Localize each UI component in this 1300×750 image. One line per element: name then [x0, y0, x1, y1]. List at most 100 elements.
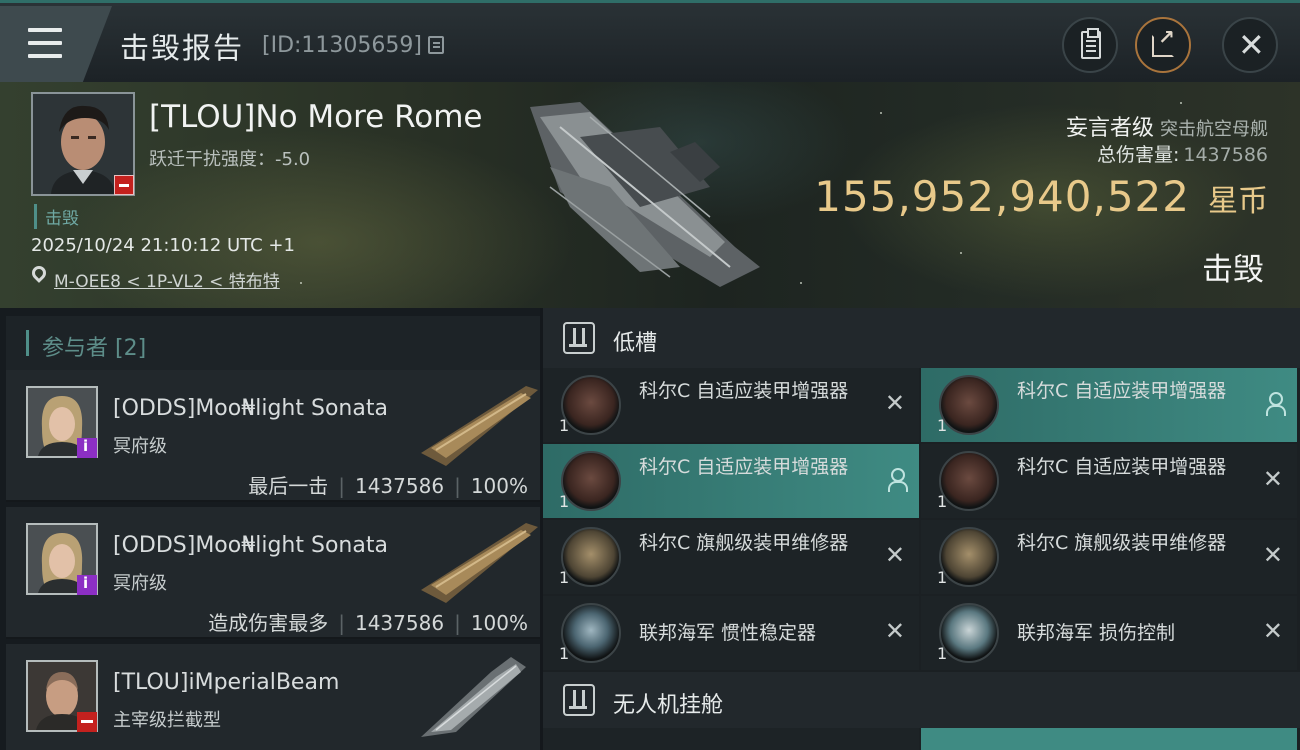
close-icon: ✕	[1238, 26, 1265, 64]
role-badge	[77, 437, 97, 458]
low-slots-title: 低槽	[613, 331, 658, 356]
module-item[interactable]	[543, 728, 919, 750]
module-item[interactable]: 1 科尔C 自适应装甲增强器	[543, 444, 919, 518]
destroyed-icon: ✕	[884, 389, 905, 417]
kill-tag: 击毁	[34, 204, 79, 229]
destroyed-icon: ✕	[884, 541, 905, 569]
hamburger-icon	[28, 28, 62, 32]
isk-unit: 星币	[1208, 184, 1268, 219]
armor-hardener-icon	[939, 451, 999, 511]
module-item[interactable]: 1 科尔C 自适应装甲增强器	[921, 368, 1297, 442]
victim-ship-image	[530, 102, 760, 287]
armor-repairer-icon	[561, 527, 621, 587]
module-item[interactable]: 1 科尔C 自适应装甲增强器 ✕	[921, 444, 1297, 518]
report-id: [ID:11305659]	[262, 33, 422, 58]
participant-ship: 主宰级拦截型	[113, 710, 221, 731]
module-name: 科尔C 旗舰级装甲维修器	[639, 532, 849, 554]
participants-panel: 参与者 [2] [ODDS]Moo₦light Sonata 冥府级 最后一击|…	[0, 308, 540, 750]
participants-title: 参与者 [2]	[42, 336, 147, 361]
participants-header: 参与者 [2]	[6, 316, 540, 370]
kill-result: 击毁	[1202, 252, 1264, 288]
copy-icon[interactable]	[428, 36, 444, 54]
destroyed-icon: ✕	[884, 617, 905, 645]
module-item[interactable]: 1 科尔C 旗舰级装甲维修器 ✕	[921, 520, 1297, 594]
module-quantity: 1	[559, 568, 570, 587]
module-quantity: 1	[937, 416, 948, 435]
module-quantity: 1	[559, 416, 570, 435]
participant-ship-image	[421, 523, 538, 603]
participant-name: [TLOU]iMperialBeam	[113, 670, 340, 695]
participant-ship: 冥府级	[113, 573, 167, 594]
module-name: 科尔C 旗舰级装甲维修器	[1017, 532, 1227, 554]
module-item[interactable]: 1 联邦海军 损伤控制 ✕	[921, 596, 1297, 670]
participant-role: 造成伤害最多	[208, 611, 329, 635]
location-link[interactable]: M-OEE8 < 1P-VL2 < 特布特	[54, 267, 280, 292]
drone-bay-title: 无人机挂舱	[613, 693, 724, 718]
participant-damage: 1437586	[354, 611, 445, 635]
share-icon	[1152, 25, 1175, 57]
fitting-panel: 低槽 1 科尔C 自适应装甲增强器 ✕ 1 科尔C 自适应装甲增强器 1 科尔C…	[543, 308, 1300, 750]
armor-hardener-icon	[939, 375, 999, 435]
total-damage-label: 总伤害量:	[1096, 144, 1180, 166]
low-slots-header: 低槽	[543, 308, 1300, 368]
module-name: 科尔C 自适应装甲增强器	[639, 380, 849, 402]
role-badge	[77, 574, 97, 595]
kill-timestamp: 2025/10/24 21:10:12 UTC +1	[31, 235, 295, 256]
participant-name: [ODDS]Moo₦light Sonata	[113, 533, 388, 558]
module-item[interactable]	[921, 728, 1297, 750]
module-name: 科尔C 自适应装甲增强器	[1017, 380, 1227, 402]
participant-damage: 1437586	[354, 474, 445, 498]
victim-name: [TLOU]No More Rome	[149, 99, 483, 135]
armor-hardener-icon	[561, 375, 621, 435]
hostile-badge	[77, 712, 97, 732]
isk-value: 155,952,940,522	[814, 172, 1190, 221]
participant-percent: 100%	[470, 611, 528, 635]
destroyed-icon: ✕	[1262, 541, 1283, 569]
destroyed-icon: ✕	[1262, 465, 1283, 493]
drone-bay-header: 无人机挂舱	[543, 672, 1300, 728]
module-name: 联邦海军 惯性稳定器	[639, 622, 817, 644]
module-quantity: 1	[937, 568, 948, 587]
share-button[interactable]	[1135, 17, 1191, 73]
total-damage-value: 1437586	[1183, 144, 1268, 166]
clipboard-icon	[1081, 28, 1101, 59]
module-quantity: 1	[559, 492, 570, 511]
module-quantity: 1	[937, 492, 948, 511]
armor-hardener-icon	[561, 451, 621, 511]
dropped-person-icon	[1265, 392, 1286, 416]
ship-class: 妄言者级	[1065, 116, 1154, 141]
module-item[interactable]: 1 科尔C 自适应装甲增强器 ✕	[543, 368, 919, 442]
clipboard-button[interactable]	[1062, 17, 1118, 73]
location-pin-icon	[29, 263, 49, 283]
destroyed-icon: ✕	[1262, 617, 1283, 645]
module-quantity: 1	[559, 644, 570, 663]
damage-control-icon	[939, 603, 999, 663]
low-slot-icon	[563, 322, 595, 354]
warp-scramble-strength: 跃迁干扰强度：-5.0	[149, 149, 311, 170]
armor-repairer-icon	[939, 527, 999, 587]
dropped-person-icon	[887, 468, 908, 492]
participant-row[interactable]: [ODDS]Moo₦light Sonata 冥府级 最后一击|1437586|…	[6, 370, 540, 502]
hostile-badge	[114, 175, 134, 195]
participant-row[interactable]: [TLOU]iMperialBeam 主宰级拦截型	[6, 644, 540, 750]
module-item[interactable]: 1 联邦海军 惯性稳定器 ✕	[543, 596, 919, 670]
drone-bay-icon	[563, 684, 595, 716]
module-item[interactable]: 1 科尔C 旗舰级装甲维修器 ✕	[543, 520, 919, 594]
ship-type: 突击航空母舰	[1160, 119, 1268, 140]
participant-percent: 100%	[470, 474, 528, 498]
page-title: 击毁报告	[120, 31, 245, 65]
participant-ship: 冥府级	[113, 436, 167, 457]
close-button[interactable]: ✕	[1222, 17, 1278, 73]
module-name: 科尔C 自适应装甲增强器	[639, 456, 849, 478]
participant-role: 最后一击	[248, 474, 329, 498]
participant-ship-image	[421, 657, 526, 737]
menu-button[interactable]	[0, 6, 112, 82]
kill-summary-banner: [TLOU]No More Rome 跃迁干扰强度：-5.0 击毁 2025/1…	[0, 82, 1300, 308]
top-bar: 击毁报告 [ID:11305659] ✕	[0, 0, 1300, 82]
module-name: 科尔C 自适应装甲增强器	[1017, 456, 1227, 478]
participant-name: [ODDS]Moo₦light Sonata	[113, 396, 388, 421]
participant-row[interactable]: [ODDS]Moo₦light Sonata 冥府级 造成伤害最多|143758…	[6, 507, 540, 639]
module-name: 联邦海军 损伤控制	[1017, 622, 1176, 644]
module-quantity: 1	[937, 644, 948, 663]
inertial-stabilizer-icon	[561, 603, 621, 663]
